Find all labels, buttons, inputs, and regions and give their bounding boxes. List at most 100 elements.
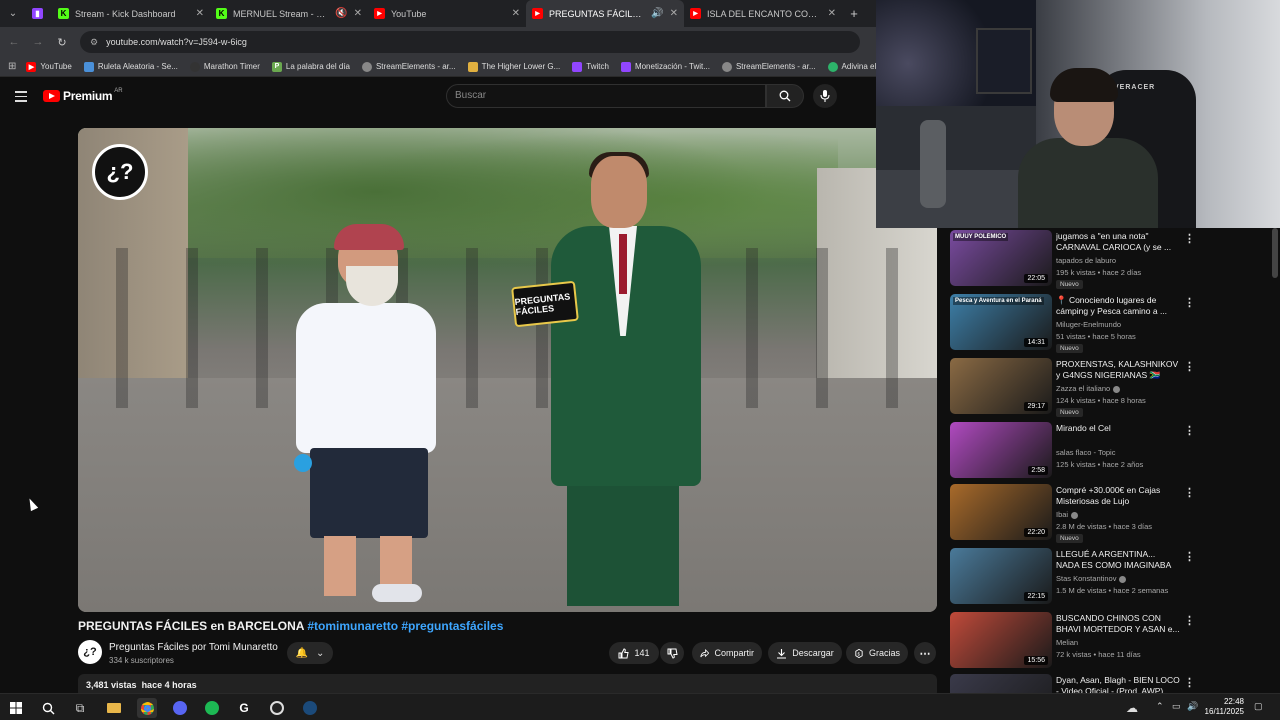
more-options-icon[interactable]: ⋮	[1184, 676, 1195, 689]
recommended-channel[interactable]: salas flaco - Topic	[1056, 448, 1115, 457]
recommended-video[interactable]: 22:20 Compré +30.000€ en Cajas Misteriosa…	[950, 484, 1270, 544]
dislike-button[interactable]	[660, 642, 684, 664]
recommended-title[interactable]: PROXENSTAS, KALASHNIKOV y G4NGS NIGERIAN…	[1056, 359, 1180, 381]
steam-icon[interactable]	[300, 698, 320, 718]
recommended-channel[interactable]: Melian	[1056, 638, 1078, 647]
video-thumbnail[interactable]: 22:20	[950, 484, 1052, 540]
like-button[interactable]: 141	[609, 642, 659, 664]
download-button[interactable]: Descargar	[768, 642, 842, 664]
notifications-button[interactable]: 🔔 ⌄	[287, 642, 333, 664]
video-thumbnail[interactable]: Pesca y Aventura en el Paraná 14:31	[950, 294, 1052, 350]
file-explorer-icon[interactable]	[104, 698, 124, 718]
close-icon[interactable]: ✕	[354, 8, 362, 19]
site-info-icon[interactable]: ⚙	[90, 37, 98, 48]
recommended-title[interactable]: BUSCANDO CHINOS CON BHAVI MORTEDOR Y ASA…	[1056, 613, 1180, 635]
recommended-video[interactable]: Pesca y Aventura en el Paraná 14:31 📍 Cono…	[950, 294, 1270, 354]
more-options-icon[interactable]: ⋮	[1184, 296, 1195, 309]
recommended-channel[interactable]: Zazza el italiano	[1056, 384, 1121, 393]
recommended-video[interactable]: Dyan, Asan, Blagh - BIEN LOCO - Video Of…	[950, 674, 1270, 693]
video-thumbnail[interactable]: 22:15	[950, 548, 1052, 604]
youtube-premium-logo[interactable]: Premium AR	[43, 88, 123, 103]
bookmark-item[interactable]: Ruleta Aleatoria - Se...	[83, 61, 178, 72]
close-icon[interactable]: ✕	[196, 8, 204, 19]
scrollbar[interactable]	[1272, 228, 1278, 278]
bookmark-item[interactable]: Monetización - Twit...	[620, 61, 710, 72]
more-options-icon[interactable]: ⋮	[1184, 486, 1195, 499]
video-thumbnail[interactable]: 29:17	[950, 358, 1052, 414]
tab-mernuel-stream[interactable]: K MERNUEL Stream - Watch Li 🔇 ✕	[210, 0, 368, 27]
bookmark-item[interactable]: ▶ YouTube	[26, 61, 72, 72]
app-g-icon[interactable]: G	[234, 698, 254, 718]
tab-isla-del-encanto[interactable]: ▶ ISLA DEL ENCANTO CON COSC ✕	[684, 0, 842, 27]
video-hashtags[interactable]: #tomimunaretto #preguntasfáciles	[307, 619, 503, 633]
discord-icon[interactable]	[170, 698, 190, 718]
recommended-channel[interactable]: Stas Konstantinov	[1056, 574, 1127, 583]
reload-icon[interactable]: ↻	[50, 36, 74, 49]
menu-icon[interactable]	[15, 91, 27, 105]
bookmark-item[interactable]: StreamElements - ar...	[361, 61, 456, 72]
recommended-channel[interactable]: tapados de laburo	[1056, 256, 1116, 265]
more-options-icon[interactable]: ⋮	[1184, 232, 1195, 245]
recommended-video[interactable]: 2:58 Mirando el Cel ⋮ salas flaco - Topic 12…	[950, 422, 1270, 482]
recommended-video[interactable]: 15:56 BUSCANDO CHINOS CON BHAVI MORTEDOR …	[950, 612, 1270, 672]
recommended-video[interactable]: MUUY POLÉMICO 22:05 jugamos a "en una nota…	[950, 230, 1270, 290]
video-thumbnail[interactable]: 2:58	[950, 422, 1052, 478]
task-view-icon[interactable]: ⧉	[70, 698, 90, 718]
bookmark-item[interactable]: Twitch	[572, 61, 609, 72]
search-input[interactable]: Buscar	[446, 84, 766, 108]
obs-icon[interactable]	[267, 698, 287, 718]
weather-icon[interactable]: ☁	[1122, 698, 1142, 718]
more-options-icon[interactable]: ⋮	[1184, 360, 1195, 373]
channel-name[interactable]: Preguntas Fáciles por Tomi Munaretto	[109, 642, 278, 653]
recommended-title[interactable]: Dyan, Asan, Blagh - BIEN LOCO - Video Of…	[1056, 675, 1180, 693]
close-icon[interactable]: ✕	[670, 8, 678, 19]
bookmark-item[interactable]: P La palabra del día	[271, 61, 350, 72]
close-icon[interactable]: ✕	[828, 8, 836, 19]
channel-avatar[interactable]: ¿?	[78, 640, 102, 664]
close-icon[interactable]: ✕	[512, 8, 520, 19]
search-icon[interactable]	[38, 698, 58, 718]
tab-twitch[interactable]: ▮	[26, 0, 52, 27]
recommended-channel[interactable]: Miluger-Enelmundo	[1056, 320, 1121, 329]
network-icon[interactable]: ▭	[1172, 701, 1181, 712]
recommended-video[interactable]: 29:17 PROXENSTAS, KALASHNIKOV y G4NGS NIG…	[950, 358, 1270, 418]
recommended-video[interactable]: 22:15 LLEGUÉ A ARGENTINA... NADA ES COMO …	[950, 548, 1270, 608]
more-options-icon[interactable]: ⋮	[1184, 424, 1195, 437]
recommended-channel[interactable]: Ibai	[1056, 510, 1079, 519]
more-options-icon[interactable]: ⋮	[1184, 614, 1195, 627]
recommended-title[interactable]: 📍 Conociendo lugares de cámping y Pesca …	[1056, 295, 1180, 317]
recommended-title[interactable]: jugamos a "en una nota" CARNAVAL CARIOCA…	[1056, 231, 1180, 253]
tab-youtube[interactable]: ▶ YouTube ✕	[368, 0, 526, 27]
speaker-icon[interactable]: 🔊	[651, 8, 663, 19]
video-thumbnail[interactable]	[950, 674, 1052, 693]
video-player[interactable]: PREGUNTAS FÁCILES ¿?	[78, 128, 937, 612]
share-button[interactable]: Compartir	[692, 642, 762, 664]
bookmark-item[interactable]: StreamElements - ar...	[721, 61, 816, 72]
recommended-title[interactable]: LLEGUÉ A ARGENTINA... NADA ES COMO IMAGI…	[1056, 549, 1180, 571]
mute-icon[interactable]: 🔇	[335, 8, 347, 19]
voice-search-button[interactable]	[813, 84, 837, 108]
system-clock[interactable]: 22:48 16/11/2025	[1194, 697, 1244, 717]
apps-grid-icon[interactable]: ⊞	[8, 61, 16, 72]
video-thumbnail[interactable]: MUUY POLÉMICO 22:05	[950, 230, 1052, 286]
more-actions-icon[interactable]: ⋯	[914, 642, 936, 664]
bookmark-item[interactable]: The Higher Lower G...	[467, 61, 560, 72]
recommended-title[interactable]: Compré +30.000€ en Cajas Misteriosas de …	[1056, 485, 1180, 507]
tab-preguntas-faciles[interactable]: ▶ PREGUNTAS FÁCILES en BAR 🔊 ✕	[526, 0, 684, 27]
notifications-icon[interactable]: ▢	[1254, 701, 1263, 712]
search-button[interactable]	[766, 84, 804, 108]
recommended-title[interactable]: Mirando el Cel	[1056, 423, 1180, 434]
new-tab-button[interactable]: +	[842, 6, 866, 21]
spotify-icon[interactable]	[202, 698, 222, 718]
windows-start-icon[interactable]	[6, 698, 26, 718]
url-field[interactable]: ⚙ youtube.com/watch?v=J594-w-6icg	[80, 31, 860, 53]
forward-icon[interactable]: →	[26, 36, 50, 48]
video-thumbnail[interactable]: 15:56	[950, 612, 1052, 668]
chrome-icon[interactable]	[137, 698, 157, 718]
thanks-button[interactable]: $ Gracias	[846, 642, 908, 664]
tab-search-chevron-icon[interactable]: ⌄	[0, 0, 26, 27]
tab-kick-dashboard[interactable]: K Stream - Kick Dashboard ✕	[52, 0, 210, 27]
bookmark-item[interactable]: Adivina el	[827, 61, 876, 72]
back-icon[interactable]: ←	[2, 36, 26, 48]
more-options-icon[interactable]: ⋮	[1184, 550, 1195, 563]
